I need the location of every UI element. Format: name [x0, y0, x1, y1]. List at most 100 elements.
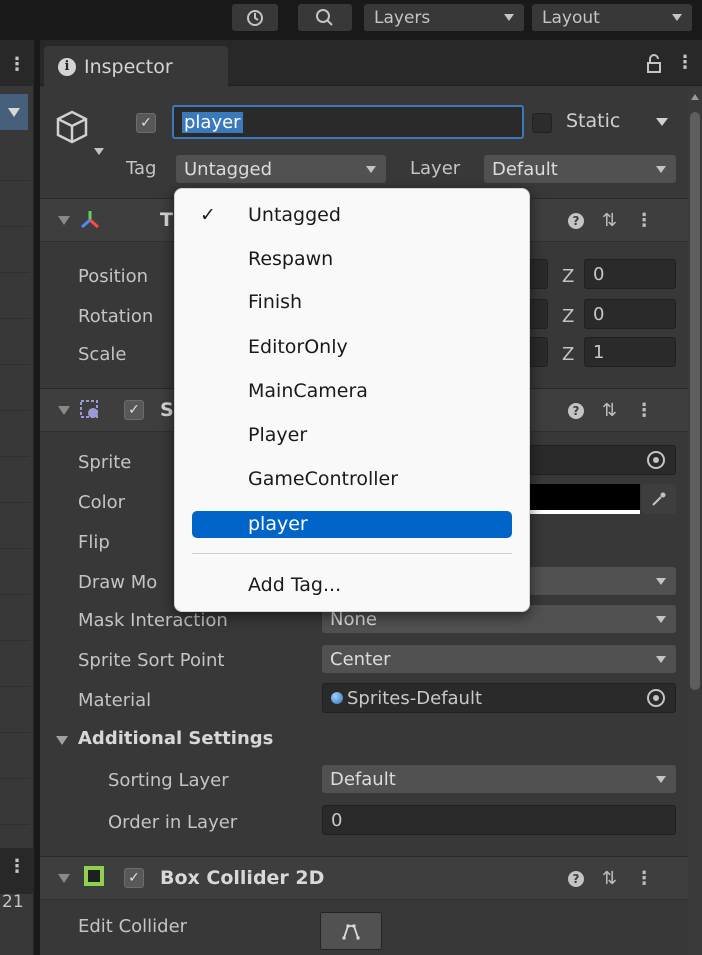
help-icon[interactable]: ? — [568, 402, 584, 419]
presets-icon[interactable]: ⇅ — [602, 400, 617, 421]
scale-z-field[interactable]: 1 — [584, 337, 676, 367]
chevron-down-icon — [8, 107, 20, 117]
help-icon[interactable]: ? — [568, 870, 584, 887]
scale-label: Scale — [78, 344, 127, 365]
rotation-z-field[interactable]: 0 — [584, 299, 676, 329]
search-button[interactable] — [298, 4, 352, 31]
static-checkbox[interactable] — [532, 113, 552, 133]
hierarchy-row — [0, 594, 30, 595]
flip-label: Flip — [78, 532, 110, 553]
hierarchy-dropdown[interactable] — [0, 94, 28, 130]
tag-menu-item-editoronly[interactable]: EditorOnly — [248, 332, 348, 362]
layer-value: Default — [492, 158, 558, 180]
tab-inspector[interactable]: i Inspector — [44, 46, 228, 87]
hierarchy-row — [0, 778, 30, 779]
info-icon: i — [58, 57, 76, 76]
object-picker-icon[interactable] — [647, 689, 665, 707]
tag-menu-item-respawn[interactable]: Respawn — [248, 244, 333, 274]
rotation-y-field[interactable] — [528, 299, 548, 329]
layout-label: Layout — [542, 7, 600, 28]
sprite-renderer-checkbox[interactable]: ✓ — [124, 400, 144, 420]
layout-dropdown[interactable]: Layout — [532, 4, 692, 31]
sprite-renderer-title: S — [160, 399, 174, 421]
layers-label: Layers — [374, 7, 431, 28]
fold-arrow-icon[interactable] — [58, 874, 70, 883]
chevron-down-icon — [656, 577, 666, 585]
transform-header-icons: ? ⇅ ⋮ — [568, 210, 653, 231]
hierarchy-row — [0, 640, 30, 641]
fold-arrow-icon[interactable] — [58, 216, 70, 225]
help-icon[interactable]: ? — [568, 212, 584, 229]
sprite-renderer-header-icons: ? ⇅ ⋮ — [568, 400, 653, 421]
position-z-field[interactable]: 0 — [584, 259, 676, 289]
scroll-thumb[interactable] — [690, 112, 700, 690]
transform-icon — [78, 208, 102, 236]
static-label: Static — [566, 110, 621, 132]
object-picker-icon[interactable] — [647, 451, 665, 469]
chevron-down-icon[interactable] — [94, 148, 104, 155]
tag-menu-item-untagged[interactable]: Untagged — [248, 200, 341, 230]
transform-title: T — [160, 209, 173, 231]
sorting-layer-label: Sorting Layer — [108, 770, 229, 791]
rotation-label: Rotation — [78, 306, 154, 327]
position-y-field[interactable] — [528, 259, 548, 289]
order-in-layer-field[interactable]: 0 — [322, 805, 676, 835]
edit-collider-button[interactable] — [320, 912, 382, 950]
scale-z-value: 1 — [593, 341, 605, 363]
sorting-layer-dropdown[interactable]: Default — [322, 765, 676, 793]
sort-point-value: Center — [330, 648, 391, 670]
hierarchy-row — [0, 732, 30, 733]
layer-dropdown[interactable]: Default — [484, 155, 676, 183]
kebab-menu-icon[interactable]: ⋮ — [635, 400, 653, 421]
kebab-menu-icon[interactable]: ⋮ — [635, 868, 653, 889]
tag-dropdown[interactable]: Untagged — [176, 155, 386, 183]
additional-settings-label[interactable]: Additional Settings — [78, 728, 273, 749]
tag-menu-item-gamecontroller[interactable]: GameController — [248, 464, 398, 494]
material-sphere-icon — [331, 692, 343, 704]
box-collider-icon — [84, 866, 104, 886]
scale-y-field[interactable] — [528, 337, 548, 367]
add-tag-menu-item[interactable]: Add Tag... — [248, 570, 341, 600]
presets-icon[interactable]: ⇅ — [602, 868, 617, 889]
lock-icon[interactable] — [646, 54, 662, 78]
mask-interaction-label: Mask Interaction — [78, 610, 228, 631]
hierarchy-panel — [0, 40, 34, 955]
kebab-menu-icon[interactable]: ⋮ — [635, 210, 653, 231]
layers-dropdown[interactable]: Layers — [364, 4, 524, 31]
kebab-menu-icon[interactable]: ⋮ — [676, 52, 694, 73]
fold-arrow-icon[interactable] — [58, 406, 70, 415]
material-field[interactable]: Sprites-Default — [322, 683, 676, 713]
tag-menu-item-maincamera[interactable]: MainCamera — [248, 376, 368, 406]
tag-menu-item-player-custom[interactable]: player — [248, 509, 308, 539]
tag-menu-item-finish[interactable]: Finish — [248, 287, 302, 317]
sort-point-dropdown[interactable]: Center — [322, 645, 676, 673]
position-label: Position — [78, 266, 149, 287]
material-value: Sprites-Default — [347, 687, 483, 709]
color-label: Color — [78, 492, 125, 513]
row-number: 21 — [2, 892, 24, 912]
sprite-label: Sprite — [78, 452, 132, 473]
hierarchy-row — [0, 686, 30, 687]
box-collider-checkbox[interactable]: ✓ — [124, 868, 144, 888]
name-input[interactable]: player — [172, 105, 524, 139]
order-in-layer-value: 0 — [331, 809, 343, 831]
active-checkbox[interactable]: ✓ — [136, 113, 156, 133]
fold-arrow-icon[interactable] — [56, 736, 68, 745]
sprite-field[interactable] — [528, 445, 676, 475]
color-swatch[interactable] — [528, 484, 640, 514]
kebab-menu-icon[interactable]: ⋮ — [8, 54, 26, 75]
static-chevron-icon[interactable] — [656, 118, 668, 126]
edit-collider-label: Edit Collider — [78, 916, 188, 937]
history-button[interactable] — [232, 4, 278, 31]
kebab-menu-icon[interactable]: ⋮ — [8, 856, 26, 877]
presets-icon[interactable]: ⇅ — [602, 210, 617, 231]
tag-menu-item-player[interactable]: Player — [248, 420, 307, 450]
hierarchy-row — [0, 456, 30, 457]
hierarchy-row — [0, 180, 30, 181]
hierarchy-row — [0, 318, 30, 319]
draw-mode-dropdown[interactable] — [528, 567, 676, 595]
scroll-up-icon[interactable] — [691, 94, 699, 100]
hierarchy-row — [0, 502, 30, 503]
eyedropper-button[interactable] — [642, 484, 676, 514]
hierarchy-row — [0, 548, 30, 549]
